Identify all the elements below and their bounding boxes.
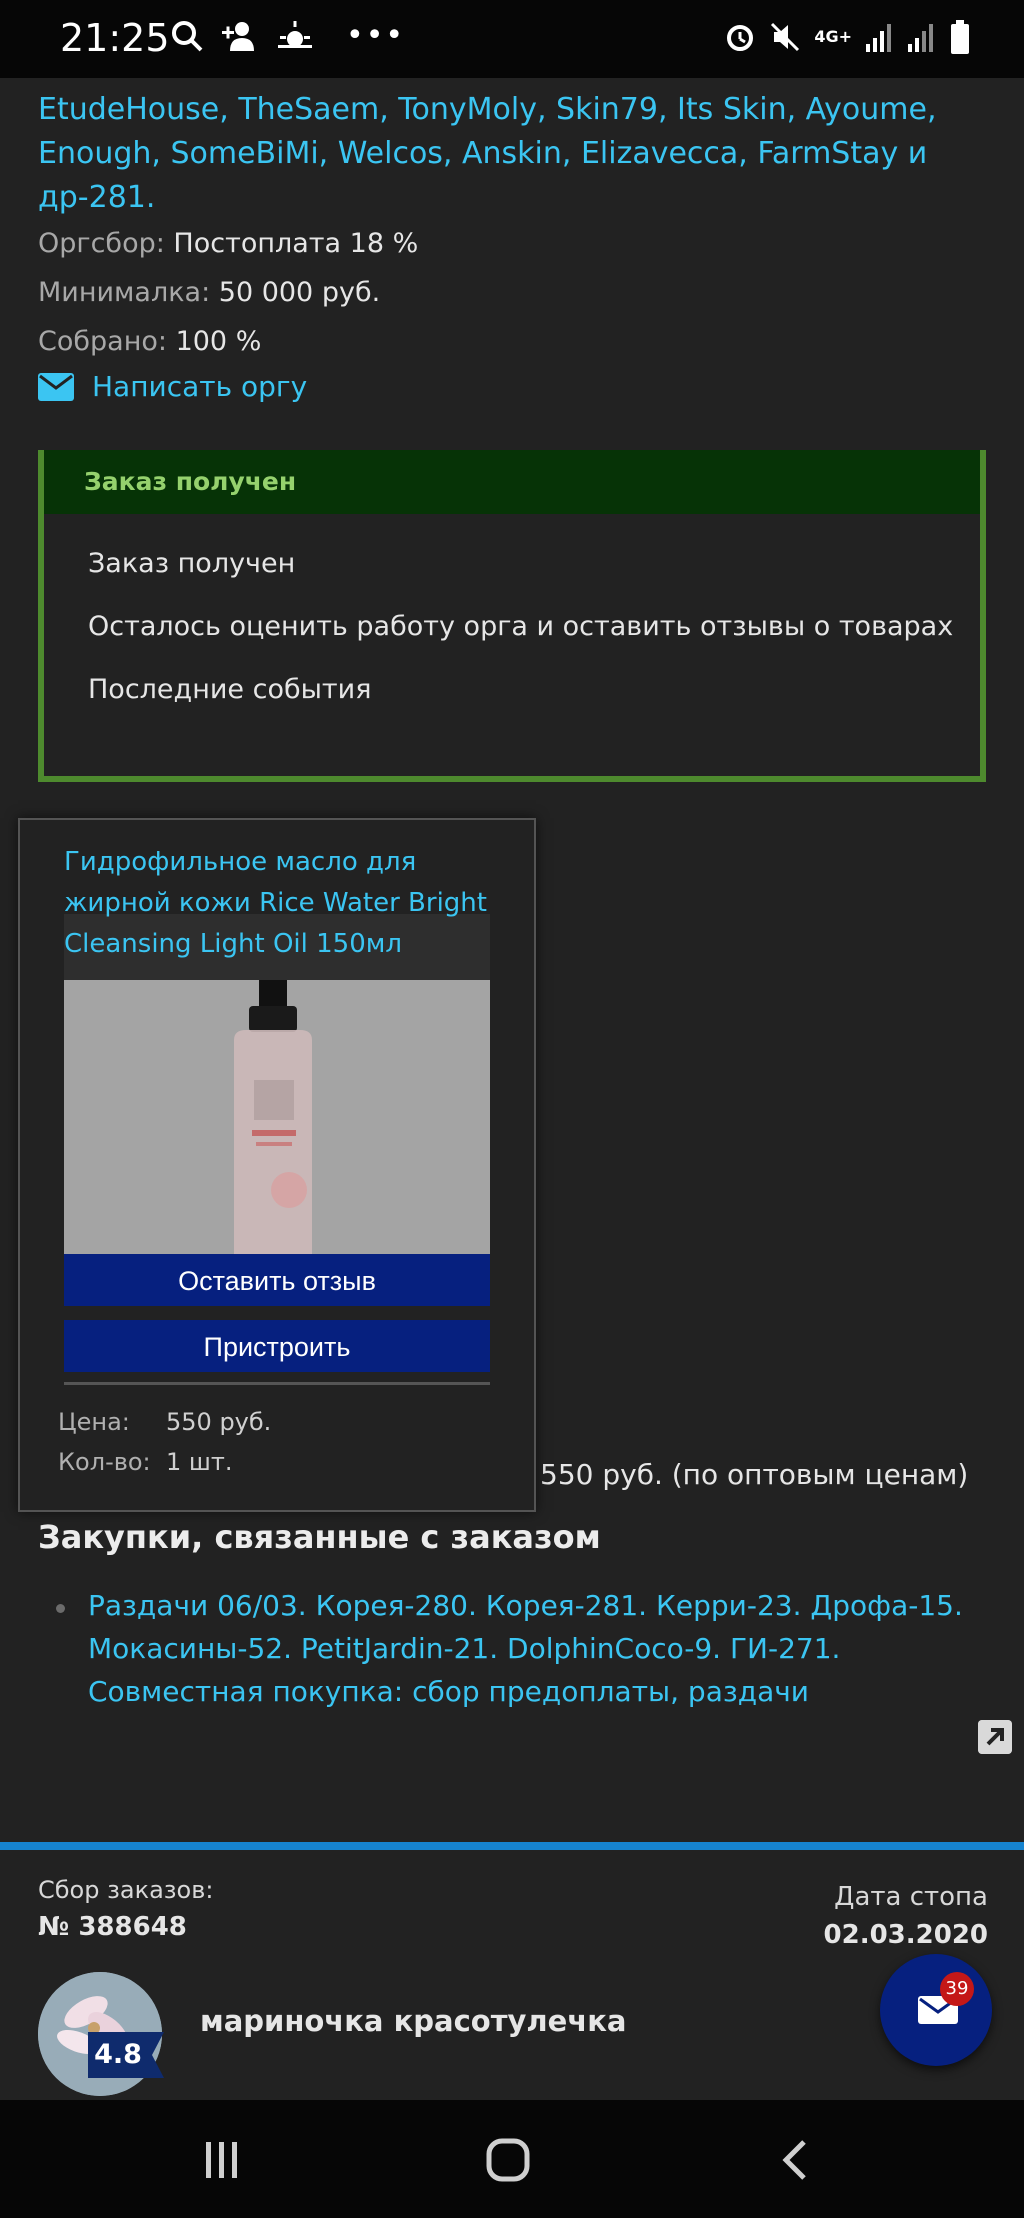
envelope-icon (38, 372, 74, 401)
min-label: Минималка: (38, 277, 211, 308)
write-org-label: Написать оргу (92, 370, 308, 403)
popup-divider (64, 1382, 490, 1385)
system-nav-bar (0, 2100, 1024, 2218)
username[interactable]: мариночка красотулечка (200, 2004, 626, 2038)
order-status-hint: Осталось оценить работу орга и оставить … (88, 611, 954, 642)
last-events-link[interactable]: Последние события (88, 674, 371, 705)
status-time: 21:25 (60, 16, 170, 60)
mute-icon (771, 22, 800, 52)
collected-value: 100 % (175, 326, 262, 357)
rating-ribbon-icon (148, 2032, 164, 2078)
stop-date-label: Дата стопа (834, 1882, 988, 1912)
fee-value: Постоплата 18 % (173, 228, 419, 259)
signal-icon (908, 24, 933, 52)
section-divider (0, 1842, 1024, 1850)
leave-review-button[interactable]: Оставить отзыв (64, 1254, 490, 1306)
person-add-icon (222, 21, 254, 51)
qty-value: 1 шт. (166, 1448, 233, 1476)
fee-row: Оргсбор: Постоплата 18 % (38, 228, 418, 259)
alarm-icon (727, 25, 754, 51)
qty-label: Кол-во: (58, 1448, 151, 1476)
back-icon[interactable] (780, 2138, 810, 2182)
related-purchases-title: Закупки, связанные с заказом (38, 1518, 601, 1556)
attach-item-button[interactable]: Пристроить (64, 1320, 490, 1372)
status-bar: 21:25 ••• 4G+ (0, 0, 1024, 78)
related-purchase-link[interactable]: Раздачи 06/03. Корея-280. Корея-281. Кер… (88, 1584, 968, 1713)
external-link-icon[interactable] (978, 1720, 1012, 1754)
qty-row: Кол-во: 1 шт. (58, 1448, 232, 1476)
collect-label: Сбор заказов: (38, 1876, 214, 1904)
order-status-text: Заказ получен (88, 548, 296, 579)
product-title[interactable]: Гидрофильное масло для жирной кожи Rice … (64, 842, 504, 965)
home-icon[interactable] (486, 2138, 530, 2182)
search-icon (172, 20, 203, 51)
collected-label: Собрано: (38, 326, 167, 357)
brands-text[interactable]: EtudeHouse, TheSaem, TonyMoly, Skin79, I… (38, 88, 998, 220)
battery-icon (951, 20, 969, 54)
more-dots-icon: ••• (346, 18, 406, 53)
product-image[interactable] (64, 980, 490, 1254)
bullet-icon (56, 1604, 65, 1613)
collected-row: Собрано: 100 % (38, 326, 261, 357)
signal-icon (866, 24, 891, 52)
recent-apps-icon[interactable] (202, 2140, 242, 2180)
network-4g-icon: 4G+ (814, 27, 852, 46)
messages-count-badge: 39 (940, 1972, 974, 2006)
order-number: № 388648 (38, 1912, 187, 1942)
order-status-panel: Заказ получен Заказ получен Осталось оце… (38, 450, 986, 782)
fee-label: Оргсбор: (38, 228, 165, 259)
weather-icon (278, 20, 312, 48)
user-rating-badge: 4.8 (88, 2032, 148, 2078)
order-status-header: Заказ получен (44, 450, 980, 514)
oil-bottle-image (64, 980, 490, 1254)
write-org-link[interactable]: Написать оргу (38, 370, 307, 403)
envelope-icon (918, 1996, 958, 2024)
price-row: Цена: 550 руб. (58, 1408, 271, 1436)
order-total-partial: 550 руб. (по оптовым ценам) (540, 1458, 969, 1491)
min-value: 50 000 руб. (218, 277, 381, 308)
price-label: Цена: (58, 1408, 130, 1436)
messages-button[interactable]: 39 (880, 1954, 992, 2066)
min-row: Минималка: 50 000 руб. (38, 277, 380, 308)
stop-date: 02.03.2020 (823, 1920, 988, 1950)
product-popup: Гидрофильное масло для жирной кожи Rice … (18, 818, 536, 1512)
price-value: 550 руб. (166, 1408, 272, 1436)
